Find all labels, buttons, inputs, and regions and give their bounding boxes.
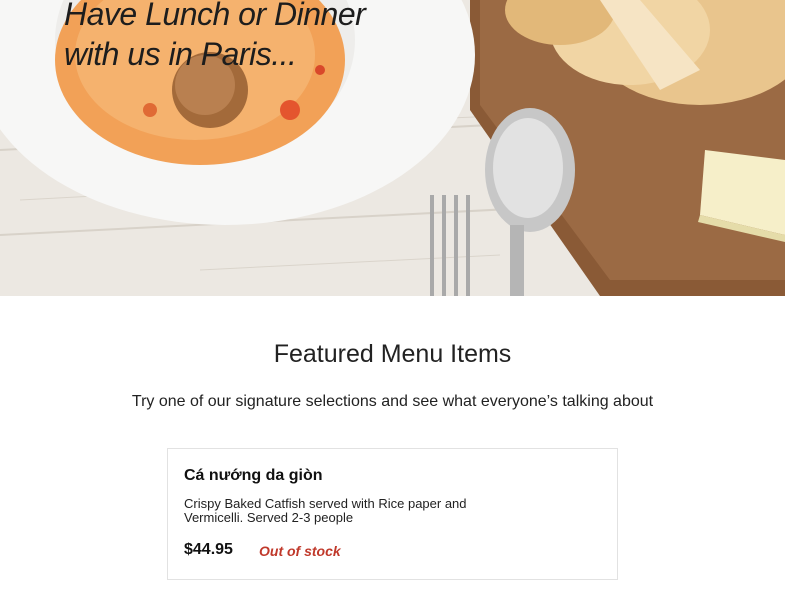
- menu-item-description: Crispy Baked Catfish served with Rice pa…: [184, 496, 467, 525]
- menu-item-price: $44.95: [184, 541, 233, 558]
- menu-item-card[interactable]: Cá nướng da giòn Crispy Baked Catfish se…: [167, 448, 618, 580]
- featured-section-title: Featured Menu Items: [273, 340, 512, 368]
- menu-item-name[interactable]: Cá nướng da giòn: [184, 467, 323, 485]
- hero-heading-line-2: with us in Paris...: [64, 36, 297, 72]
- hero-heading-line-1: Have Lunch or Dinner: [64, 0, 366, 32]
- hero-heading: Have Lunch or Dinner with us in Paris...: [64, 0, 366, 74]
- hero-banner: Have Lunch or Dinner with us in Paris...: [0, 0, 785, 296]
- featured-section-subtitle: Try one of our signature selections and …: [131, 393, 654, 410]
- stock-status-badge: Out of stock: [259, 543, 341, 559]
